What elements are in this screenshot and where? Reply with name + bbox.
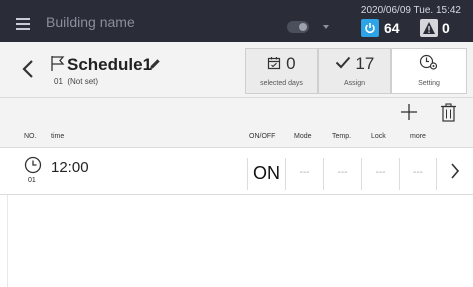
- selected-days-label: selected days: [260, 80, 303, 87]
- pencil-icon[interactable]: [149, 57, 161, 75]
- col-mode: Mode: [294, 133, 312, 140]
- setting-button[interactable]: Setting: [391, 48, 467, 94]
- menu-icon[interactable]: [16, 18, 30, 30]
- selected-days-value: 0: [246, 54, 317, 74]
- col-onoff: ON/OFF: [249, 133, 276, 140]
- schedule-number: 01: [54, 77, 63, 86]
- calendar-icon: [268, 57, 281, 70]
- col-time: time: [51, 133, 65, 140]
- check-icon: [335, 56, 350, 69]
- col-temp: Temp.: [332, 133, 352, 140]
- assign-button[interactable]: 17 Assign: [318, 48, 391, 94]
- clock-gear-icon: [392, 54, 466, 76]
- assign-value: 17: [319, 54, 390, 74]
- alert-icon[interactable]: [420, 19, 438, 37]
- row-number: 01: [28, 177, 36, 184]
- col-no: NO.: [24, 133, 37, 140]
- plus-icon[interactable]: [400, 103, 418, 126]
- selected-days-button[interactable]: 0 selected days: [245, 48, 318, 94]
- alert-count: 0: [442, 20, 450, 36]
- back-icon[interactable]: [21, 58, 35, 80]
- toggle-icon[interactable]: [287, 21, 309, 33]
- trash-icon[interactable]: [440, 103, 457, 127]
- top-bar: Building name 2020/06/09 Tue. 15:42 64 0: [0, 0, 473, 42]
- schedule-status: (Not set): [67, 77, 99, 86]
- chevron-right-icon[interactable]: [450, 162, 460, 185]
- datetime: 2020/06/09 Tue. 15:42: [360, 5, 461, 16]
- assign-label: Assign: [343, 80, 365, 87]
- row-onoff: ON: [247, 158, 285, 190]
- schedule-title: Schedule1: [67, 55, 153, 74]
- flag-icon: [50, 55, 65, 77]
- col-lock: Lock: [371, 133, 386, 140]
- building-name: Building name: [46, 14, 135, 30]
- clock-icon: [24, 156, 42, 179]
- divider: [7, 195, 8, 287]
- col-more: more: [410, 133, 426, 140]
- power-count: 64: [384, 20, 400, 36]
- row-time: 12:00: [51, 159, 89, 176]
- schedule-subtitle: 01 (Not set): [54, 77, 98, 86]
- power-icon[interactable]: [361, 19, 379, 37]
- row-temp: ---: [323, 158, 361, 190]
- row-more: ---: [399, 158, 437, 190]
- row-mode: ---: [285, 158, 323, 190]
- setting-label: Setting: [418, 80, 440, 87]
- dropdown-triangle-icon[interactable]: [323, 25, 329, 29]
- column-header: NO. time ON/OFF Mode Temp. Lock more: [0, 128, 473, 148]
- row-lock: ---: [361, 158, 399, 190]
